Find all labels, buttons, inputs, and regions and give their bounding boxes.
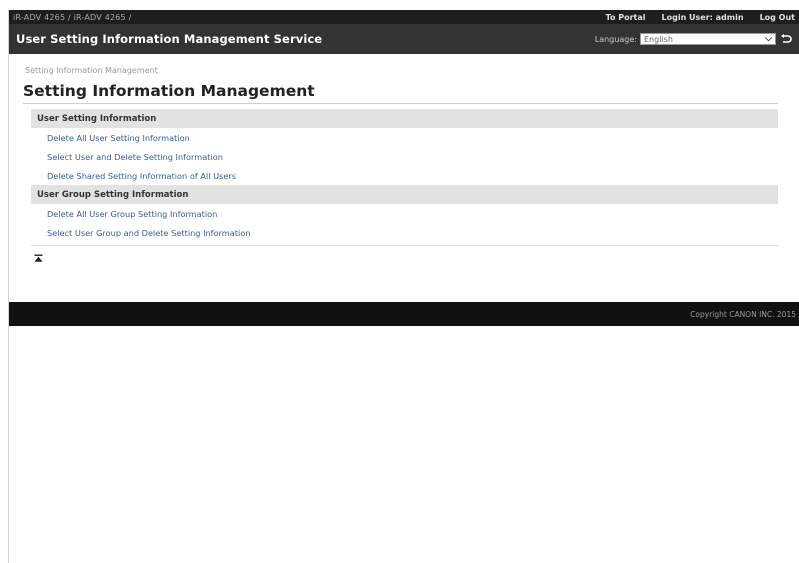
service-title: User Setting Information Management Serv… [16,32,323,46]
page-title: Setting Information Management [23,82,315,100]
breadcrumb: Setting Information Management [25,66,158,75]
device-name: iR-ADV 4265 / iR-ADV 4265 / [13,12,132,22]
chevron-down-icon: ⌵ [765,34,772,44]
select-user-delete-link[interactable]: Select User and Delete Setting Informati… [31,147,778,166]
service-header: User Setting Information Management Serv… [9,24,799,54]
delete-all-user-settings-link[interactable]: Delete All User Setting Information [31,128,778,147]
browser-page: iR-ADV 4265 / iR-ADV 4265 / To Portal Lo… [8,10,799,563]
language-label: Language: [594,34,637,44]
language-selector: Language: English ⌵ [595,33,793,45]
user-setting-section: User Setting Information Delete All User… [31,109,778,185]
language-dropdown[interactable]: English ⌵ [640,33,776,45]
to-portal-link[interactable]: To Portal [606,13,646,22]
section-header: User Setting Information [31,109,778,128]
footer: Copyright CANON INC. 2015 [9,302,799,326]
title-divider [23,103,778,104]
login-user-label: Login User: admin [661,12,744,22]
section-header: User Group Setting Information [31,185,778,204]
content-divider [31,245,778,246]
delete-shared-settings-link[interactable]: Delete Shared Setting Information of All… [31,166,778,185]
language-value: English [644,34,673,44]
delete-all-group-settings-link[interactable]: Delete All User Group Setting Informatio… [31,204,778,223]
back-to-top-icon[interactable] [34,248,44,262]
top-bar: iR-ADV 4265 / iR-ADV 4265 / To Portal Lo… [9,10,799,24]
top-links: To Portal Login User: admin Log Out [606,13,795,22]
logout-link[interactable]: Log Out [760,13,795,22]
apply-arrow-icon[interactable] [779,33,793,45]
select-group-delete-link[interactable]: Select User Group and Delete Setting Inf… [31,223,778,242]
user-group-setting-section: User Group Setting Information Delete Al… [31,185,778,242]
copyright-text: Copyright CANON INC. 2015 [690,309,796,319]
